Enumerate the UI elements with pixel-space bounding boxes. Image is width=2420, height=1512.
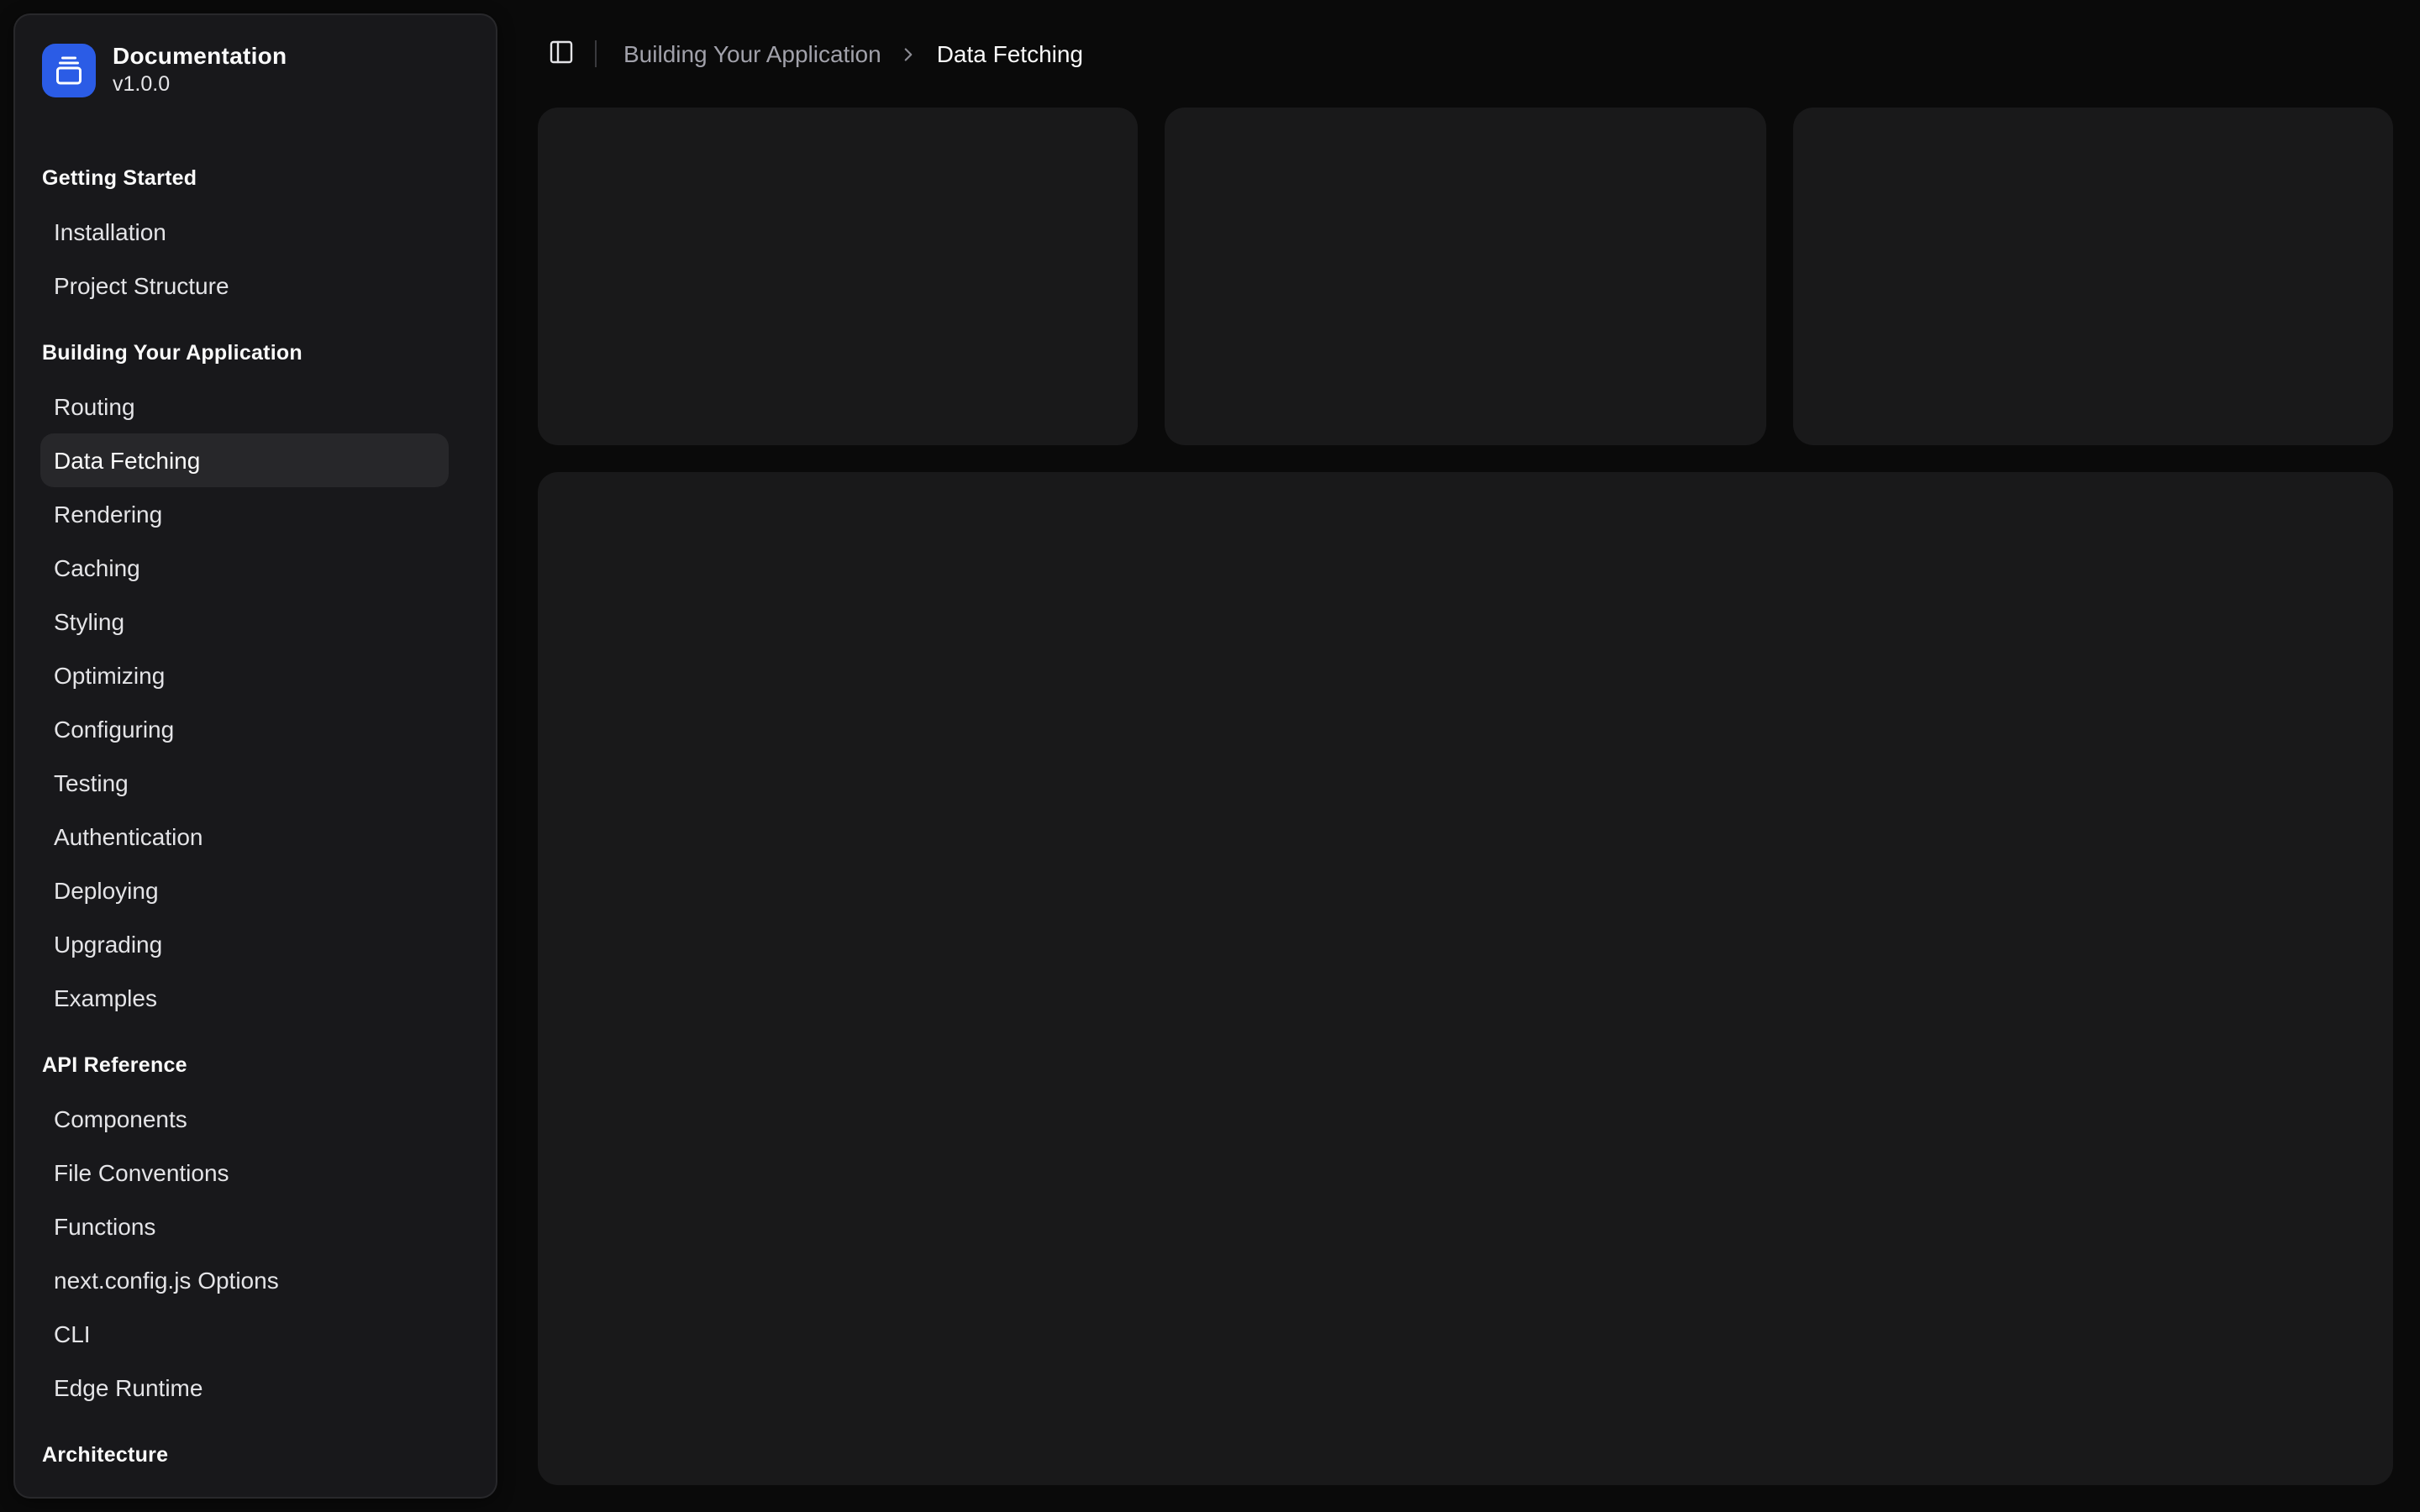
sidebar-item-deploying[interactable]: Deploying: [40, 864, 449, 917]
sidebar: Documentation v1.0.0 Getting StartedInst…: [13, 13, 497, 1499]
placeholder-card: [1792, 108, 2393, 445]
topbar-separator: [595, 40, 597, 67]
app-version: v1.0.0: [113, 71, 287, 97]
sidebar-item-caching[interactable]: Caching: [40, 541, 449, 595]
placeholder-card: [1165, 108, 1766, 445]
placeholder-cards-row: [538, 108, 2393, 445]
panel-left-icon: [548, 38, 575, 70]
sidebar-item-styling[interactable]: Styling: [40, 595, 449, 648]
app-window: Documentation v1.0.0 Getting StartedInst…: [0, 0, 2420, 1512]
sidebar-item-installation[interactable]: Installation: [40, 205, 449, 259]
topbar: Building Your Application Data Fetching: [511, 0, 2420, 108]
sidebar-item-file-conventions[interactable]: File Conventions: [40, 1146, 449, 1200]
sidebar-item-configuring[interactable]: Configuring: [40, 702, 449, 756]
sidebar-title-block: Documentation v1.0.0: [113, 42, 287, 97]
main-area: Building Your Application Data Fetching: [511, 0, 2420, 1512]
sidebar-header-button[interactable]: Documentation v1.0.0: [29, 29, 482, 111]
sidebar-item-data-fetching[interactable]: Data Fetching: [40, 433, 449, 487]
chevron-right-icon: [898, 43, 920, 65]
sidebar-item-project-structure[interactable]: Project Structure: [40, 259, 449, 312]
sidebar-item-functions[interactable]: Functions: [40, 1200, 449, 1253]
sidebar-item-rendering[interactable]: Rendering: [40, 487, 449, 541]
breadcrumb-section-link[interactable]: Building Your Application: [623, 40, 881, 67]
sidebar-item-cli[interactable]: CLI: [40, 1307, 449, 1361]
sidebar-item-examples[interactable]: Examples: [40, 971, 449, 1025]
sidebar-group: API ReferenceComponentsFile ConventionsF…: [29, 1038, 482, 1415]
placeholder-panel: [538, 472, 2393, 1485]
sidebar-item-components[interactable]: Components: [40, 1092, 449, 1146]
sidebar-item-next-config-js-options[interactable]: next.config.js Options: [40, 1253, 449, 1307]
sidebar-group-label: Architecture: [29, 1428, 482, 1482]
sidebar-toggle-button[interactable]: [538, 30, 585, 77]
sidebar-group: Building Your ApplicationRoutingData Fet…: [29, 326, 482, 1025]
gallery-vertical-end-icon: [42, 43, 96, 97]
sidebar-item-authentication[interactable]: Authentication: [40, 810, 449, 864]
sidebar-group: Getting StartedInstallationProject Struc…: [29, 151, 482, 312]
sidebar-item-upgrading[interactable]: Upgrading: [40, 917, 449, 971]
breadcrumb: Building Your Application Data Fetching: [623, 40, 1083, 67]
placeholder-card: [538, 108, 1139, 445]
sidebar-item-optimizing[interactable]: Optimizing: [40, 648, 449, 702]
sidebar-item-accessibility[interactable]: Accessibility: [40, 1482, 449, 1497]
breadcrumb-current-page: Data Fetching: [937, 40, 1083, 67]
sidebar-group: ArchitectureAccessibility: [29, 1428, 482, 1497]
sidebar-item-testing[interactable]: Testing: [40, 756, 449, 810]
page-content: [511, 108, 2420, 1512]
sidebar-item-edge-runtime[interactable]: Edge Runtime: [40, 1361, 449, 1415]
sidebar-group-label: Building Your Application: [29, 326, 482, 380]
sidebar-nav: Getting StartedInstallationProject Struc…: [15, 151, 496, 1497]
sidebar-group-label: API Reference: [29, 1038, 482, 1092]
sidebar-region: Documentation v1.0.0 Getting StartedInst…: [0, 0, 511, 1512]
sidebar-group-label: Getting Started: [29, 151, 482, 205]
sidebar-item-routing[interactable]: Routing: [40, 380, 449, 433]
app-title: Documentation: [113, 42, 287, 71]
